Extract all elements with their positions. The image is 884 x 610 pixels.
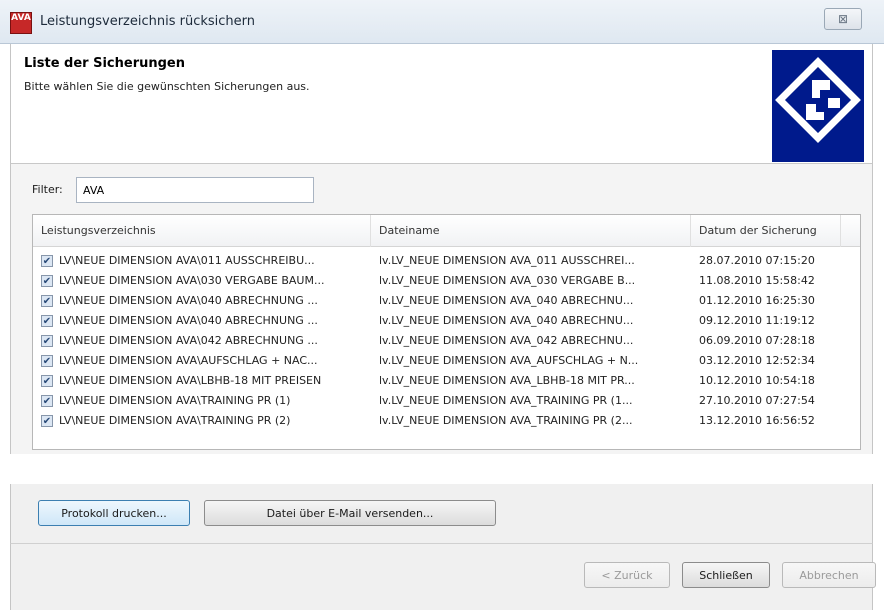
check-icon: ✔ — [42, 336, 52, 347]
row-checkbox[interactable]: ✔ — [41, 295, 53, 307]
check-icon: ✔ — [42, 396, 52, 407]
cancel-button[interactable]: Abbrechen — [782, 562, 876, 588]
cell-file: lv.LV_NEUE DIMENSION AVA_TRAINING PR (1.… — [379, 394, 633, 407]
cell-lv: LV\NEUE DIMENSION AVA\TRAINING PR (2) — [59, 414, 291, 427]
cell-date: 09.12.2010 11:19:12 — [699, 314, 815, 327]
window-title: Leistungsverzeichnis rücksichern — [40, 14, 255, 29]
check-icon: ✔ — [42, 296, 52, 307]
row-checkbox[interactable]: ✔ — [41, 415, 53, 427]
app-icon: AVA — [10, 12, 32, 34]
table-row[interactable]: ✔ LV\NEUE DIMENSION AVA\TRAINING PR (2) … — [33, 411, 860, 431]
cell-lv: LV\NEUE DIMENSION AVA\030 VERGABE BAUM..… — [59, 274, 325, 287]
cell-date: 28.07.2010 07:15:20 — [699, 254, 815, 267]
cell-lv: LV\NEUE DIMENSION AVA\TRAINING PR (1) — [59, 394, 291, 407]
close-icon: ⊠ — [837, 12, 849, 26]
cell-lv: LV\NEUE DIMENSION AVA\040 ABRECHNUNG ... — [59, 314, 318, 327]
logo-icon — [772, 50, 864, 162]
print-protocol-button[interactable]: Protokoll drucken... — [38, 500, 190, 526]
cell-date: 10.12.2010 10:54:18 — [699, 374, 815, 387]
row-checkbox[interactable]: ✔ — [41, 335, 53, 347]
cell-file: lv.LV_NEUE DIMENSION AVA_040 ABRECHNU... — [379, 294, 634, 307]
check-icon: ✔ — [42, 276, 52, 287]
table-row[interactable]: ✔ LV\NEUE DIMENSION AVA\030 VERGABE BAUM… — [33, 271, 860, 291]
row-checkbox[interactable]: ✔ — [41, 315, 53, 327]
cell-lv: LV\NEUE DIMENSION AVA\040 ABRECHNUNG ... — [59, 294, 318, 307]
column-header-leistungsverzeichnis[interactable]: Leistungsverzeichnis — [33, 215, 371, 247]
cell-lv: LV\NEUE DIMENSION AVA\AUFSCHLAG + NAC... — [59, 354, 318, 367]
column-header-dateiname[interactable]: Dateiname — [371, 215, 691, 247]
app-icon-label: AVA — [11, 13, 31, 23]
table-row[interactable]: ✔ LV\NEUE DIMENSION AVA\AUFSCHLAG + NAC.… — [33, 351, 860, 371]
page-subtitle: Bitte wählen Sie die gewünschten Sicheru… — [24, 80, 310, 93]
back-button[interactable]: < Zurück — [584, 562, 670, 588]
send-email-button[interactable]: Datei über E-Mail versenden... — [204, 500, 496, 526]
close-window-button[interactable]: ⊠ — [824, 8, 862, 30]
table-row[interactable]: ✔ LV\NEUE DIMENSION AVA\040 ABRECHNUNG .… — [33, 311, 860, 331]
row-checkbox[interactable]: ✔ — [41, 395, 53, 407]
check-icon: ✔ — [42, 356, 52, 367]
check-icon: ✔ — [42, 416, 52, 427]
filter-label: Filter: — [32, 183, 63, 196]
table-row[interactable]: ✔ LV\NEUE DIMENSION AVA\042 ABRECHNUNG .… — [33, 331, 860, 351]
table-row[interactable]: ✔ LV\NEUE DIMENSION AVA\011 AUSSCHREIBU.… — [33, 251, 860, 271]
column-header-datum[interactable]: Datum der Sicherung — [691, 215, 841, 247]
check-icon: ✔ — [42, 376, 52, 387]
backup-table[interactable]: Leistungsverzeichnis Dateiname Datum der… — [32, 214, 861, 450]
cell-date: 11.08.2010 15:58:42 — [699, 274, 815, 287]
cell-file: lv.LV_NEUE DIMENSION AVA_AUFSCHLAG + N..… — [379, 354, 639, 367]
close-button[interactable]: Schließen — [682, 562, 770, 588]
cell-file: lv.LV_NEUE DIMENSION AVA_030 VERGABE B..… — [379, 274, 636, 287]
cell-date: 06.09.2010 07:28:18 — [699, 334, 815, 347]
row-checkbox[interactable]: ✔ — [41, 355, 53, 367]
cell-date: 27.10.2010 07:27:54 — [699, 394, 815, 407]
table-row[interactable]: ✔ LV\NEUE DIMENSION AVA\040 ABRECHNUNG .… — [33, 291, 860, 311]
check-icon: ✔ — [42, 316, 52, 327]
cell-date: 03.12.2010 12:52:34 — [699, 354, 815, 367]
row-checkbox[interactable]: ✔ — [41, 255, 53, 267]
filter-input[interactable] — [76, 177, 314, 203]
row-checkbox[interactable]: ✔ — [41, 375, 53, 387]
cell-date: 01.12.2010 16:25:30 — [699, 294, 815, 307]
table-row[interactable]: ✔ LV\NEUE DIMENSION AVA\LBHB-18 MIT PREI… — [33, 371, 860, 391]
cell-file: lv.LV_NEUE DIMENSION AVA_LBHB-18 MIT PR.… — [379, 374, 635, 387]
page-title: Liste der Sicherungen — [24, 56, 185, 71]
cell-lv: LV\NEUE DIMENSION AVA\011 AUSSCHREIBU... — [59, 254, 315, 267]
divider-gap — [0, 454, 884, 484]
cell-lv: LV\NEUE DIMENSION AVA\042 ABRECHNUNG ... — [59, 334, 318, 347]
cell-file: lv.LV_NEUE DIMENSION AVA_TRAINING PR (2.… — [379, 414, 633, 427]
cell-file: lv.LV_NEUE DIMENSION AVA_042 ABRECHNU... — [379, 334, 634, 347]
table-row[interactable]: ✔ LV\NEUE DIMENSION AVA\TRAINING PR (1) … — [33, 391, 860, 411]
cell-file: lv.LV_NEUE DIMENSION AVA_011 AUSSCHREI..… — [379, 254, 635, 267]
row-checkbox[interactable]: ✔ — [41, 275, 53, 287]
cell-lv: LV\NEUE DIMENSION AVA\LBHB-18 MIT PREISE… — [59, 374, 322, 387]
logo-graphic — [775, 57, 861, 143]
check-icon: ✔ — [42, 256, 52, 267]
cell-file: lv.LV_NEUE DIMENSION AVA_040 ABRECHNU... — [379, 314, 634, 327]
table-header: Leistungsverzeichnis Dateiname Datum der… — [33, 215, 860, 247]
cell-date: 13.12.2010 16:56:52 — [699, 414, 815, 427]
